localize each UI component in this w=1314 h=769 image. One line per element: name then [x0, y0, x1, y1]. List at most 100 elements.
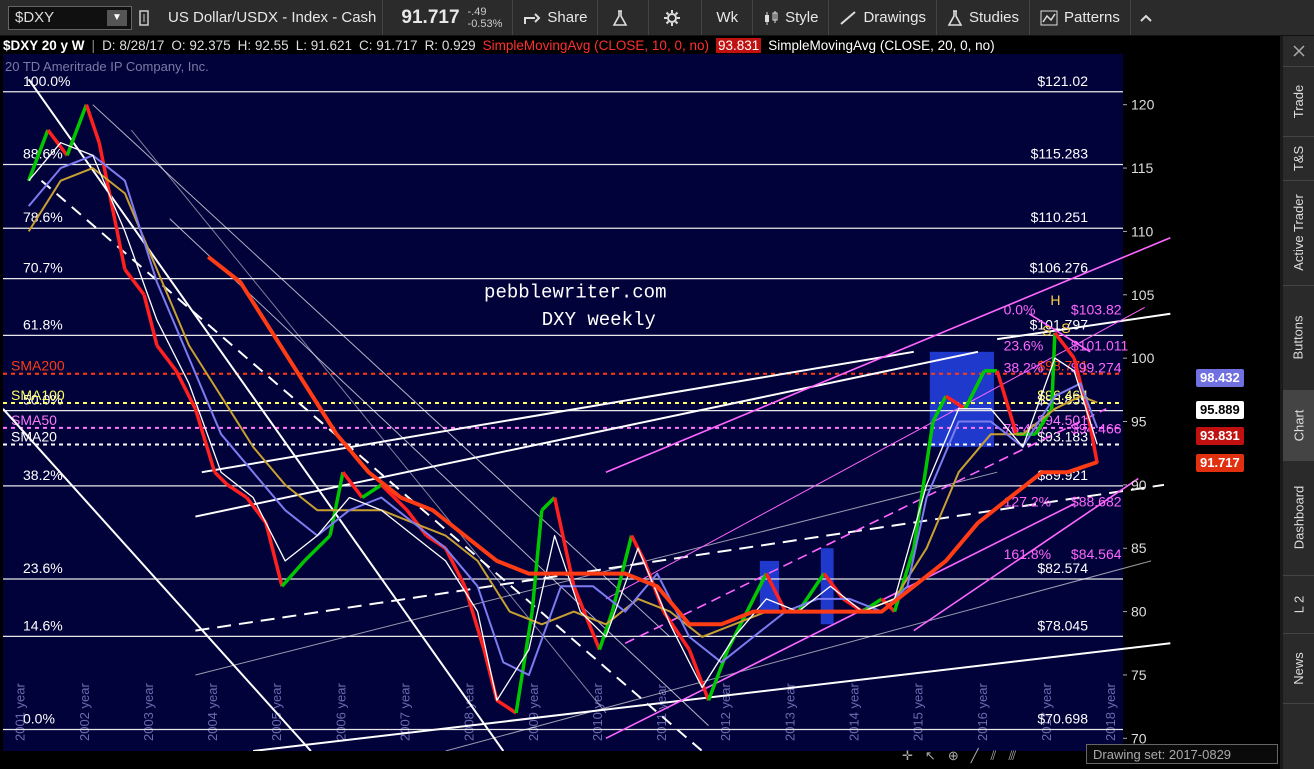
chevron-up-icon: [1140, 14, 1152, 22]
sidebar-tab-buttons[interactable]: Buttons: [1283, 285, 1314, 391]
chart-title: $DXY 20 y W: [3, 37, 85, 53]
gear-icon: [664, 9, 681, 26]
pink-fib-label: 161.8%: [1004, 546, 1051, 562]
year-label: 2012 year: [718, 683, 733, 741]
flask-button[interactable]: [598, 0, 650, 35]
head-label: H: [1050, 292, 1060, 308]
sidebar-tab-label: Dashboard: [1291, 485, 1307, 550]
symbol-description: US Dollar/USDX - Index - Cash: [162, 0, 384, 35]
sidebar-tab-active-trader[interactable]: Active Trader: [1283, 180, 1314, 286]
info-open: O: 92.375: [171, 37, 231, 53]
quote: 91.717 -.49 -0.53%: [383, 0, 514, 35]
price-axis-background: [1123, 54, 1196, 751]
sidebar-tab-label: Buttons: [1291, 315, 1306, 360]
sidebar-tab-label: News: [1291, 651, 1307, 685]
aggregation-label: Wk: [716, 9, 739, 26]
pink-fib-value: $94.466: [1071, 420, 1122, 436]
y-tick-label: 120: [1131, 97, 1155, 113]
drawings-button[interactable]: Drawings: [829, 0, 937, 35]
year-label: 2018 year: [1103, 683, 1118, 741]
y-tick-label: 75: [1131, 667, 1147, 683]
price-chart[interactable]: 20 TD Ameritrade IP Company, Inc.2001 ye…: [2, 54, 1196, 769]
fib-value-label: $82.574: [1037, 560, 1088, 576]
drawing-set-selector[interactable]: Drawing set: 2017-0829: [1086, 744, 1278, 764]
sidebar-tab-label: L 2: [1291, 595, 1306, 613]
expand-button[interactable]: [1131, 0, 1167, 35]
pink-fib-value: $103.82: [1071, 302, 1122, 318]
sidebar-tab-chart[interactable]: Chart: [1283, 390, 1314, 461]
description-text: US Dollar/USDX - Index - Cash: [168, 9, 377, 26]
fib-value-label: $110.251: [1031, 209, 1089, 225]
pct-change: -0.53%: [467, 17, 503, 30]
pink-fib-label: 0.0%: [1004, 302, 1036, 318]
patterns-button[interactable]: Patterns: [1030, 0, 1131, 35]
sma-level-label: SMA200: [11, 358, 65, 374]
sidebar-tab-news[interactable]: News: [1283, 633, 1314, 704]
fib-tool-icon[interactable]: ⫽: [991, 748, 997, 764]
candle-icon: [765, 10, 778, 25]
year-label: 2002 year: [77, 683, 92, 741]
share-label: Share: [547, 9, 588, 26]
annotation-line-2: DXY weekly: [542, 309, 656, 331]
style-button[interactable]: Style: [753, 0, 830, 35]
year-label: 2016 year: [975, 683, 990, 741]
line-tool-icon[interactable]: ╱: [971, 748, 979, 764]
sidebar-tab-dashboard[interactable]: Dashboard: [1283, 460, 1314, 576]
chevron-down-icon[interactable]: ▼: [107, 9, 127, 26]
blue-box: [929, 351, 994, 447]
fib-value-label: $115.283: [1031, 145, 1089, 161]
drawing-tools: ✛ ↖ ⊕ ╱ ⫽ ⫻: [902, 745, 1016, 767]
collapse-button[interactable]: [1283, 36, 1314, 67]
info-date: D: 8/28/17: [102, 37, 165, 53]
last-price: 91.717: [401, 6, 460, 28]
sidebar-tab-label: Trade: [1291, 84, 1307, 118]
flask-icon: [947, 9, 963, 26]
flask-icon: [613, 9, 628, 26]
pointer-icon[interactable]: ↖: [925, 748, 936, 764]
y-tick-label: 105: [1131, 287, 1155, 303]
channel-tool-icon[interactable]: ⫻: [1008, 748, 1016, 764]
pink-fib-value: $101.011: [1071, 337, 1129, 353]
info-close: C: 91.717: [359, 37, 418, 53]
y-tick-label: 110: [1131, 223, 1154, 239]
link-icon[interactable]: [132, 0, 162, 35]
fib-level-label: 0.0%: [23, 710, 55, 726]
aggregation-button[interactable]: Wk: [702, 0, 754, 35]
price-label: 98.432: [1196, 369, 1244, 388]
fib-level-label: 78.6%: [23, 209, 63, 225]
year-label: 2009 year: [526, 683, 541, 741]
share-button[interactable]: Share: [513, 0, 599, 35]
sidebar-tab-label: Active Trader: [1291, 194, 1306, 271]
y-tick-label: 115: [1131, 160, 1154, 176]
pink-fib-label: 23.6%: [1004, 337, 1044, 353]
sidebar-tab-trade[interactable]: Trade: [1283, 66, 1314, 137]
year-label: 2004 year: [205, 683, 220, 741]
year-label: 2015 year: [911, 683, 926, 741]
sidebar-tab-t-s[interactable]: T&S: [1283, 136, 1314, 181]
year-label: 2006 year: [333, 683, 348, 741]
studies-button[interactable]: Studies: [937, 0, 1031, 35]
chart-info-bar: $DXY 20 y W | D: 8/28/17 O: 92.375 H: 92…: [3, 36, 1196, 54]
settings-button[interactable]: [649, 0, 703, 35]
sidebar-tab-label: Chart: [1291, 409, 1307, 441]
fib-value-label: $78.045: [1037, 617, 1088, 633]
fib-value-label: $70.698: [1037, 710, 1088, 726]
shoulder-label: S: [1042, 322, 1051, 338]
chart-area[interactable]: $DXY 20 y W | D: 8/28/17 O: 92.375 H: 92…: [0, 36, 1280, 769]
price-label: 95.889: [1196, 401, 1244, 420]
fib-level-label: 70.7%: [23, 260, 63, 276]
sidebar: Trade T&S Active Trader Buttons Chart Dashboa…: [1283, 36, 1314, 769]
plot-area[interactable]: 20 TD Ameritrade IP Company, Inc. 2001 ye…: [2, 54, 1196, 769]
info-low: L: 91.621: [295, 37, 353, 53]
year-label: 2014 year: [846, 683, 861, 741]
cursor-icon[interactable]: ⊕: [948, 748, 959, 764]
symbol-value: $DXY: [15, 9, 55, 26]
patterns-label: Patterns: [1064, 9, 1120, 26]
y-tick-label: 80: [1131, 604, 1147, 620]
collapse-icon: [1292, 45, 1305, 57]
patterns-icon: [1040, 10, 1058, 25]
drawings-label: Drawings: [863, 9, 926, 26]
sidebar-tab-l-2[interactable]: L 2: [1283, 575, 1314, 634]
symbol-input[interactable]: $DXY ▼: [8, 5, 132, 30]
crosshair-icon[interactable]: ✛: [902, 748, 913, 764]
